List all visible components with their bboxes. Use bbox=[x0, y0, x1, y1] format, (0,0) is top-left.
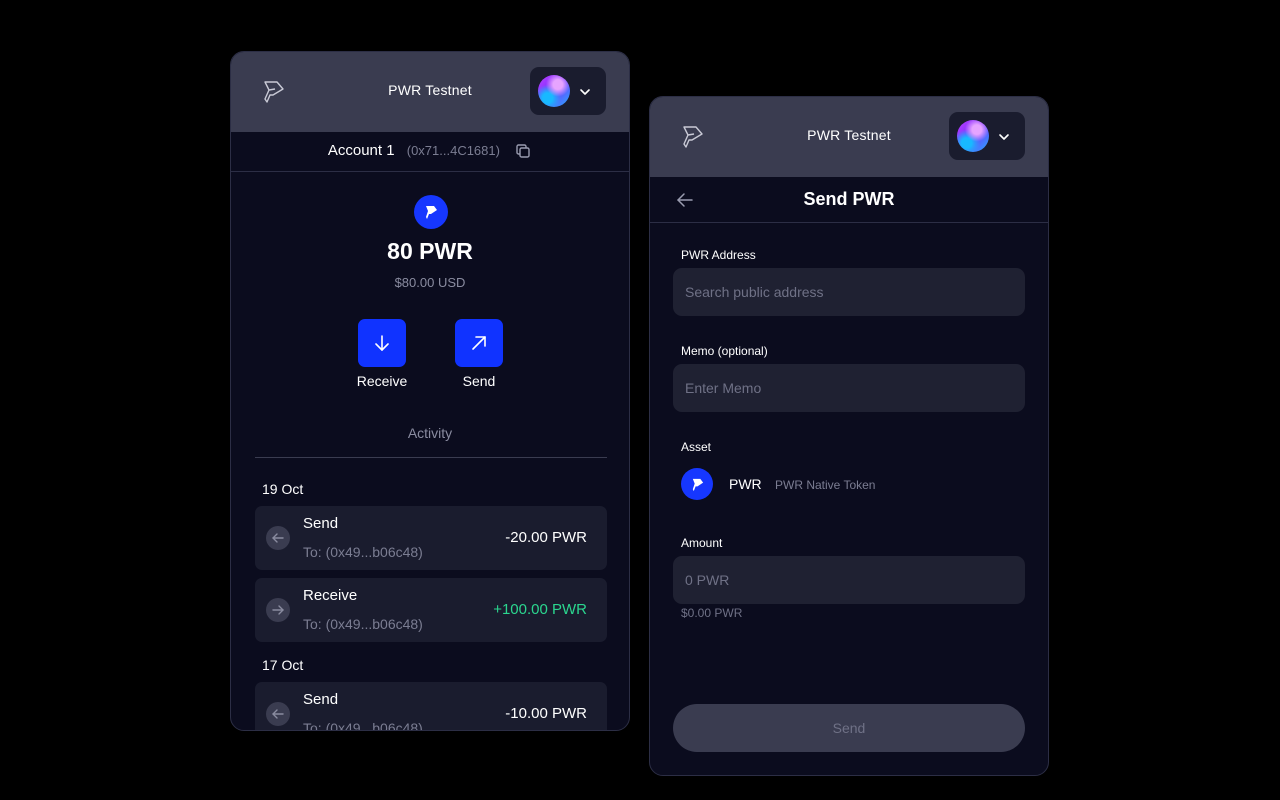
address-label: PWR Address bbox=[681, 248, 756, 262]
asset-name: PWR Native Token bbox=[775, 478, 876, 492]
arrow-up-right-icon bbox=[472, 336, 486, 350]
send-label: Send bbox=[462, 373, 496, 389]
copy-icon[interactable] bbox=[514, 142, 532, 160]
amount-label: Amount bbox=[681, 536, 723, 550]
memo-input[interactable] bbox=[673, 364, 1025, 412]
pwr-token-icon[interactable] bbox=[681, 468, 713, 500]
transaction-amount: -10.00 PWR bbox=[505, 705, 587, 722]
transaction-type: Receive bbox=[303, 587, 358, 604]
activity-divider bbox=[255, 457, 607, 458]
transaction-recipient: To: (0x49...b06c48) bbox=[303, 544, 423, 560]
pwr-token-icon bbox=[414, 195, 448, 229]
receive-button-tile[interactable] bbox=[358, 319, 406, 367]
balance-usd: $80.00 USD bbox=[394, 275, 466, 290]
asset-label: Asset bbox=[681, 440, 712, 454]
account-name: Account 1 bbox=[327, 142, 395, 159]
arrow-left-icon bbox=[266, 702, 290, 726]
chevron-down-icon bbox=[580, 89, 590, 95]
avatar bbox=[538, 75, 570, 107]
transaction-amount: +100.00 PWR bbox=[493, 601, 587, 618]
arrow-right-icon bbox=[266, 598, 290, 622]
receive-label: Receive bbox=[356, 373, 408, 389]
send-header: PWR Testnet bbox=[650, 97, 1048, 177]
activity-date: 19 Oct bbox=[262, 481, 304, 497]
activity-tab[interactable]: Activity bbox=[231, 425, 629, 441]
memo-label: Memo (optional) bbox=[681, 344, 768, 358]
send-panel: PWR Testnet Send PWR PWR Address Memo (o… bbox=[649, 96, 1049, 776]
page-title: Send PWR bbox=[803, 189, 895, 209]
transaction-row[interactable]: Send To: (0x49...b06c48) -20.00 PWR bbox=[255, 506, 607, 570]
amount-usd-value: $0.00 PWR bbox=[681, 606, 743, 620]
receive-button[interactable]: Receive bbox=[349, 319, 415, 389]
transaction-amount: -20.00 PWR bbox=[505, 529, 587, 546]
transaction-recipient: To: (0x49...b06c48) bbox=[303, 720, 423, 731]
send-title-bar: Send PWR bbox=[650, 177, 1048, 223]
transaction-row[interactable]: Receive To: (0x49...b06c48) +100.00 PWR bbox=[255, 578, 607, 642]
asset-symbol[interactable]: PWR bbox=[729, 476, 762, 492]
arrow-left-icon bbox=[266, 526, 290, 550]
balance-amount: 80 PWR bbox=[387, 238, 473, 264]
chevron-down-icon bbox=[999, 134, 1009, 140]
account-address: (0x71...4C1681) bbox=[406, 143, 500, 158]
amount-input[interactable] bbox=[673, 556, 1025, 604]
arrow-down-icon bbox=[375, 335, 389, 351]
transaction-type: Send bbox=[303, 691, 339, 708]
transaction-recipient: To: (0x49...b06c48) bbox=[303, 616, 423, 632]
wallet-header: PWR Testnet bbox=[231, 52, 629, 132]
send-button[interactable]: Send bbox=[446, 319, 512, 389]
account-switcher-button[interactable] bbox=[949, 112, 1025, 160]
send-button-tile[interactable] bbox=[455, 319, 503, 367]
send-submit-button[interactable]: Send bbox=[673, 704, 1025, 752]
account-switcher-button[interactable] bbox=[530, 67, 606, 115]
activity-date: 17 Oct bbox=[262, 657, 304, 673]
wallet-panel: PWR Testnet Account 1 (0x71...4C1681) 80… bbox=[230, 51, 630, 731]
transaction-type: Send bbox=[303, 515, 339, 532]
account-row: Account 1 (0x71...4C1681) bbox=[231, 132, 629, 172]
address-input[interactable] bbox=[673, 268, 1025, 316]
avatar bbox=[957, 120, 989, 152]
transaction-row[interactable]: Send To: (0x49...b06c48) -10.00 PWR bbox=[255, 682, 607, 731]
